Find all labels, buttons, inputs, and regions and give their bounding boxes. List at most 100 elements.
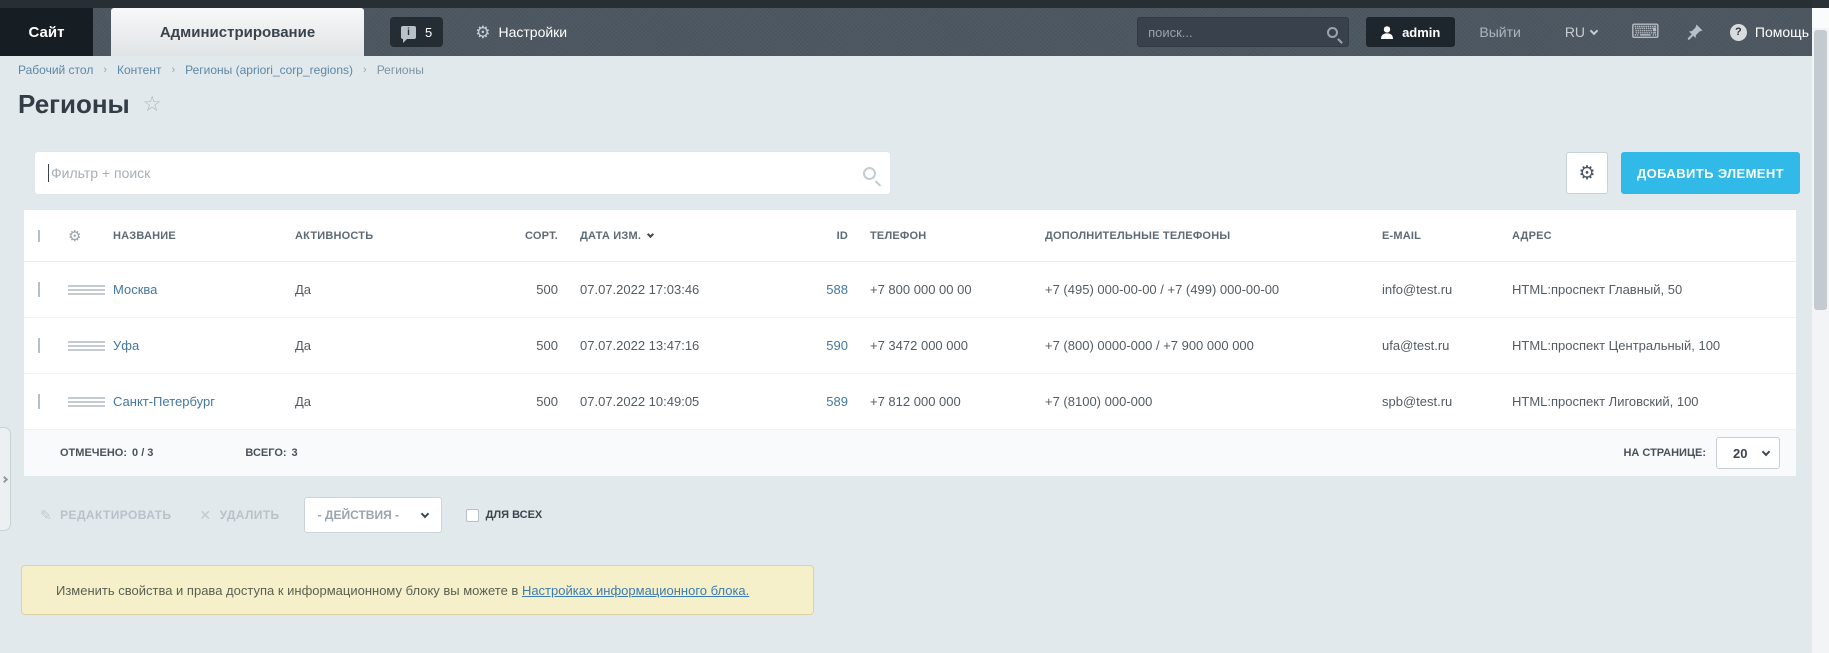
add-element-button[interactable]: ДОБАВИТЬ ЭЛЕМЕНТ <box>1621 152 1800 194</box>
scrollbar-button[interactable] <box>1812 8 1829 28</box>
col-header-extra-phones[interactable]: ДОПОЛНИТЕЛЬНЫЕ ТЕЛЕФОНЫ <box>1037 230 1374 242</box>
topbar-search-input[interactable] <box>1148 24 1328 40</box>
region-name-link[interactable]: Москва <box>113 282 157 297</box>
cell-email: info@test.ru <box>1382 282 1453 297</box>
text-caret <box>48 164 49 182</box>
total-label: ВСЕГО: <box>245 447 287 459</box>
settings-label: Настройки <box>498 24 568 40</box>
info-bubble-icon: i <box>401 25 416 43</box>
iblock-settings-link[interactable]: Настройках информационного блока. <box>522 583 749 598</box>
breadcrumb-desktop[interactable]: Рабочий стол <box>18 63 93 77</box>
row-checkbox[interactable] <box>38 394 40 409</box>
notifications-badge[interactable]: i 5 <box>390 17 444 47</box>
edit-button[interactable]: ✎ РЕДАКТИРОВАТЬ <box>40 507 171 524</box>
cell-address: HTML:проспект Главный, 50 <box>1512 282 1683 297</box>
region-name-link[interactable]: Уфа <box>113 338 139 353</box>
topbar-search[interactable] <box>1137 17 1350 47</box>
col-header-modified-label: ДАТА ИЗМ. <box>580 229 642 242</box>
row-menu-icon[interactable] <box>68 284 105 295</box>
filter-search-box[interactable] <box>35 152 890 194</box>
pin-icon[interactable] <box>1686 23 1704 41</box>
cell-modified: 07.07.2022 17:03:46 <box>580 282 700 297</box>
chevron-right-icon <box>0 475 8 483</box>
page-title: Регионы <box>18 89 130 119</box>
region-name-link[interactable]: Санкт-Петербург <box>113 394 215 409</box>
cell-email: ufa@test.ru <box>1382 338 1450 353</box>
col-header-modified[interactable]: ДАТА ИЗМ. <box>572 230 792 242</box>
col-header-id[interactable]: ID <box>792 230 862 242</box>
breadcrumb: Рабочий стол › Контент › Регионы (aprior… <box>18 63 424 77</box>
row-checkbox[interactable] <box>38 282 40 297</box>
help-label: Помощь <box>1754 24 1809 40</box>
table-header-row: ⚙ НАЗВАНИЕ АКТИВНОСТЬ СОРТ. ДАТА ИЗМ. ID… <box>24 210 1796 262</box>
for-all-label: ДЛЯ ВСЕХ <box>485 509 543 521</box>
cell-address: HTML:проспект Центральный, 100 <box>1512 338 1721 353</box>
col-header-sort[interactable]: СОРТ. <box>477 230 572 242</box>
checked-value: 0 / 3 <box>132 447 154 459</box>
question-icon: ? <box>1729 23 1747 41</box>
favorite-star-icon[interactable]: ☆ <box>143 92 162 117</box>
region-id-link[interactable]: 590 <box>826 338 848 353</box>
logout-link[interactable]: Выйти <box>1479 24 1520 40</box>
filter-search-icon[interactable] <box>863 166 876 180</box>
columns-gear-icon[interactable]: ⚙ <box>68 228 82 245</box>
cell-extra-phones: +7 (8100) 000-000 <box>1045 394 1153 409</box>
col-header-email[interactable]: E-MAIL <box>1374 230 1504 242</box>
actions-dropdown[interactable]: - ДЕЙСТВИЯ - <box>303 497 442 533</box>
cell-active: Да <box>295 394 312 409</box>
bitrix-admin-page: Сайт Администрирование i 5 ⚙ Настройки п… <box>0 0 1829 653</box>
grid-settings-button[interactable]: ⚙ <box>1566 152 1608 194</box>
region-id-link[interactable]: 588 <box>826 282 848 297</box>
region-id-link[interactable]: 589 <box>826 394 848 409</box>
cell-sort: 500 <box>536 338 558 353</box>
chevron-down-icon <box>1761 447 1771 456</box>
col-header-name[interactable]: НАЗВАНИЕ <box>105 230 287 242</box>
breadcrumb-separator: › <box>363 64 367 76</box>
cell-active: Да <box>295 338 312 353</box>
sort-desc-icon <box>647 230 655 238</box>
user-icon <box>1381 25 1394 39</box>
row-menu-icon[interactable] <box>68 340 105 351</box>
username: admin <box>1402 24 1441 40</box>
topbar: Сайт Администрирование i 5 ⚙ Настройки п… <box>0 0 1829 56</box>
col-header-phone[interactable]: ТЕЛЕФОН <box>862 230 1037 242</box>
breadcrumb-separator: › <box>171 64 176 76</box>
cell-modified: 07.07.2022 10:49:05 <box>580 394 700 409</box>
cross-icon: ✕ <box>199 506 212 523</box>
row-menu-icon[interactable] <box>68 396 105 407</box>
for-all-control: ДЛЯ ВСЕХ <box>465 508 543 522</box>
user-menu-button[interactable]: admin <box>1366 17 1456 47</box>
cell-modified: 07.07.2022 13:47:16 <box>580 338 700 353</box>
select-all-checkbox[interactable] <box>38 229 40 242</box>
checked-label: ОТМЕЧЕНО: <box>60 447 128 459</box>
breadcrumb-content[interactable]: Контент <box>117 63 161 77</box>
table-row: Санкт-Петербург Да 500 07.07.2022 10:49:… <box>24 374 1796 430</box>
delete-button[interactable]: ✕ УДАЛИТЬ <box>199 507 279 524</box>
chevron-down-icon <box>1589 26 1599 35</box>
cell-extra-phones: +7 (495) 000-00-00 / +7 (499) 000-00-00 <box>1045 282 1280 297</box>
for-all-checkbox[interactable] <box>465 508 479 522</box>
sidebar-collapse-handle[interactable] <box>0 427 11 531</box>
iblock-notice: Изменить свойства и права доступа к инфо… <box>21 565 814 615</box>
row-checkbox[interactable] <box>38 338 40 353</box>
topbar-settings[interactable]: ⚙ Настройки <box>475 24 567 41</box>
scrollbar-thumb[interactable] <box>1814 30 1827 310</box>
hotkeys-icon[interactable]: ⌨ <box>1631 22 1660 42</box>
notice-text: Изменить свойства и права доступа к инфо… <box>56 582 522 598</box>
table-footer: ОТМЕЧЕНО: 0 / 3 ВСЕГО: 3 НА СТРАНИЦЕ: 20 <box>24 430 1796 476</box>
cell-active: Да <box>295 282 312 297</box>
per-page-select[interactable]: 20 <box>1716 437 1780 469</box>
help-menu[interactable]: ? Помощь <box>1729 23 1809 41</box>
filter-search-input[interactable] <box>35 152 863 194</box>
col-header-address[interactable]: АДРЕС <box>1504 230 1796 242</box>
search-icon[interactable] <box>1327 26 1339 38</box>
tab-site[interactable]: Сайт <box>0 8 93 56</box>
col-header-active[interactable]: АКТИВНОСТЬ <box>287 230 477 242</box>
breadcrumb-iblock[interactable]: Регионы (apriori_corp_regions) <box>185 63 353 77</box>
per-page-label: НА СТРАНИЦЕ: <box>1623 447 1706 459</box>
cell-email: spb@test.ru <box>1382 394 1453 409</box>
language-selector[interactable]: RU <box>1565 24 1599 40</box>
chevron-down-icon <box>420 509 429 518</box>
tab-admin-active[interactable]: Администрирование <box>111 8 364 56</box>
cell-sort: 500 <box>536 282 558 297</box>
